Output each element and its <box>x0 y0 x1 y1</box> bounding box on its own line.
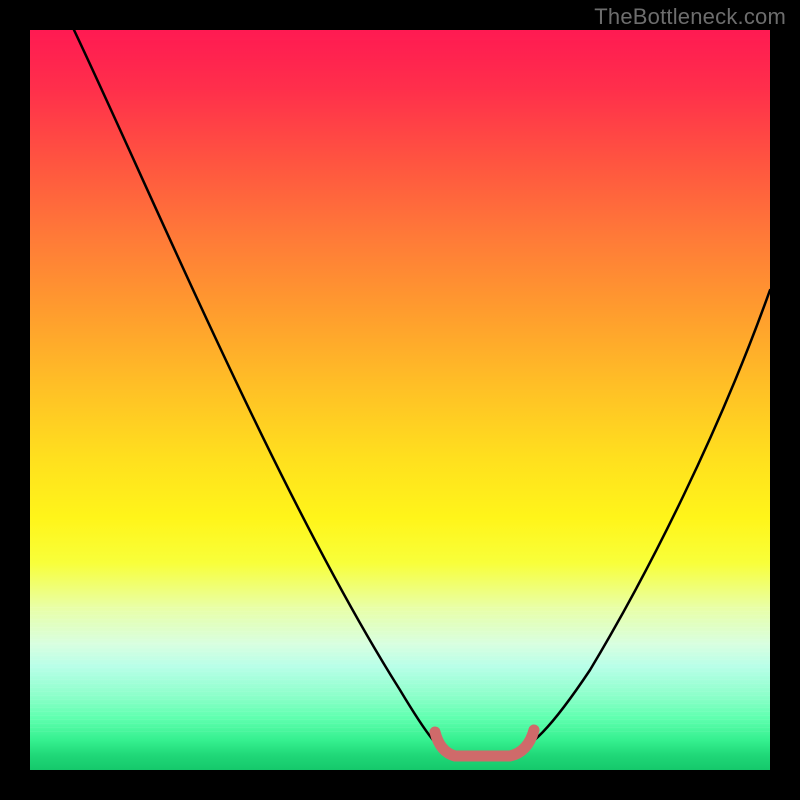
bottleneck-curve <box>74 30 770 755</box>
chart-frame: TheBottleneck.com <box>0 0 800 800</box>
watermark-text: TheBottleneck.com <box>594 4 786 30</box>
optimal-marker <box>435 730 534 756</box>
plot-area <box>30 30 770 770</box>
curve-layer <box>30 30 770 770</box>
